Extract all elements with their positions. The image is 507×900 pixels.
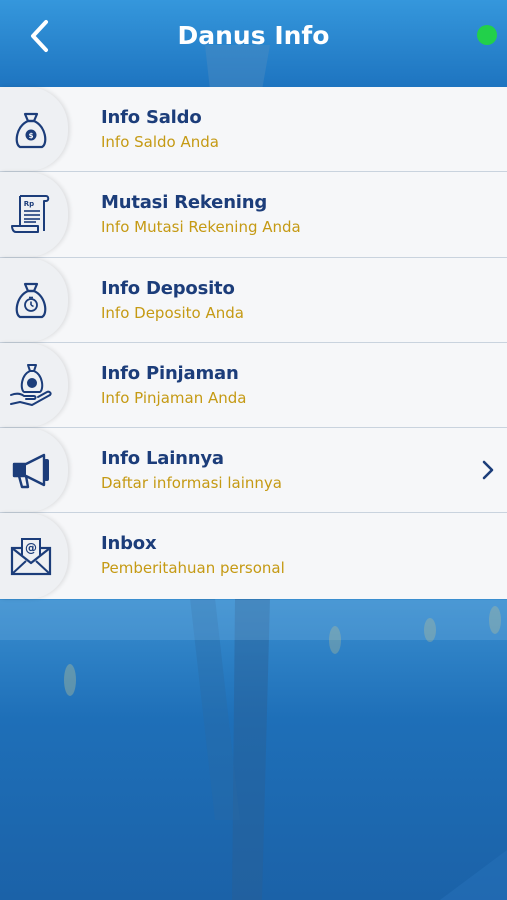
mail-icon: @ [10, 538, 52, 576]
menu-item-title: Info Deposito [101, 277, 235, 299]
svg-text:@: @ [25, 541, 37, 555]
menu-item-mutasi-rekening[interactable]: Rp Mutasi Rekening Info Mutasi Rekening … [0, 172, 507, 258]
loan-hand-icon [10, 364, 52, 407]
icon-container: Rp [0, 172, 68, 257]
menu-item-info-lainnya[interactable]: Info Lainnya Daftar informasi lainnya [0, 428, 507, 514]
menu-item-subtitle: Info Pinjaman Anda [101, 388, 247, 407]
icon-container: @ [0, 513, 68, 599]
menu-item-info-deposito[interactable]: Info Deposito Info Deposito Anda [0, 257, 507, 343]
menu-item-title: Inbox [101, 533, 157, 555]
menu-item-texts: Inbox Pemberitahuan personal [101, 533, 285, 577]
menu-list: $ Info Saldo Info Saldo Anda Rp Mutasi R… [0, 87, 507, 599]
status-indicator [477, 25, 497, 45]
menu-item-texts: Info Pinjaman Info Pinjaman Anda [101, 363, 246, 407]
menu-item-subtitle: Info Mutasi Rekening Anda [101, 218, 301, 237]
icon-container: $ [0, 87, 68, 172]
menu-item-texts: Info Lainnya Daftar informasi lainnya [101, 448, 282, 492]
page-title: Danus Info [177, 21, 330, 50]
back-button[interactable] [22, 16, 58, 56]
chevron-right-icon [482, 461, 494, 480]
menu-item-info-saldo[interactable]: $ Info Saldo Info Saldo Anda [0, 87, 507, 173]
megaphone-icon [12, 454, 49, 489]
chevron-left-icon [31, 20, 48, 52]
icon-container [0, 342, 68, 428]
menu-item-texts: Mutasi Rekening Info Mutasi Rekening And… [101, 192, 301, 236]
menu-item-subtitle: Info Deposito Anda [101, 303, 244, 322]
money-bag-icon: $ [15, 113, 47, 149]
menu-item-subtitle: Pemberitahuan personal [101, 559, 285, 578]
menu-item-subtitle: Daftar informasi lainnya [101, 474, 282, 493]
menu-item-title: Mutasi Rekening [101, 192, 268, 214]
menu-item-title: Info Saldo [101, 107, 202, 128]
icon-container [0, 257, 68, 342]
receipt-icon: Rp [11, 195, 50, 234]
menu-item-inbox[interactable]: @ Inbox Pemberitahuan personal [0, 513, 507, 599]
menu-item-texts: Info Saldo Info Saldo Anda [101, 107, 219, 151]
menu-item-texts: Info Deposito Info Deposito Anda [101, 278, 244, 322]
deposit-bag-icon [15, 282, 47, 318]
menu-item-subtitle: Info Saldo Anda [101, 133, 219, 151]
menu-item-title: Info Pinjaman [101, 362, 239, 384]
app-header: Danus Info [0, 0, 507, 87]
svg-text:Rp: Rp [24, 200, 34, 208]
icon-container [0, 428, 68, 513]
menu-item-title: Info Lainnya [101, 448, 224, 470]
svg-text:$: $ [29, 132, 34, 140]
menu-item-info-pinjaman[interactable]: Info Pinjaman Info Pinjaman Anda [0, 342, 507, 429]
